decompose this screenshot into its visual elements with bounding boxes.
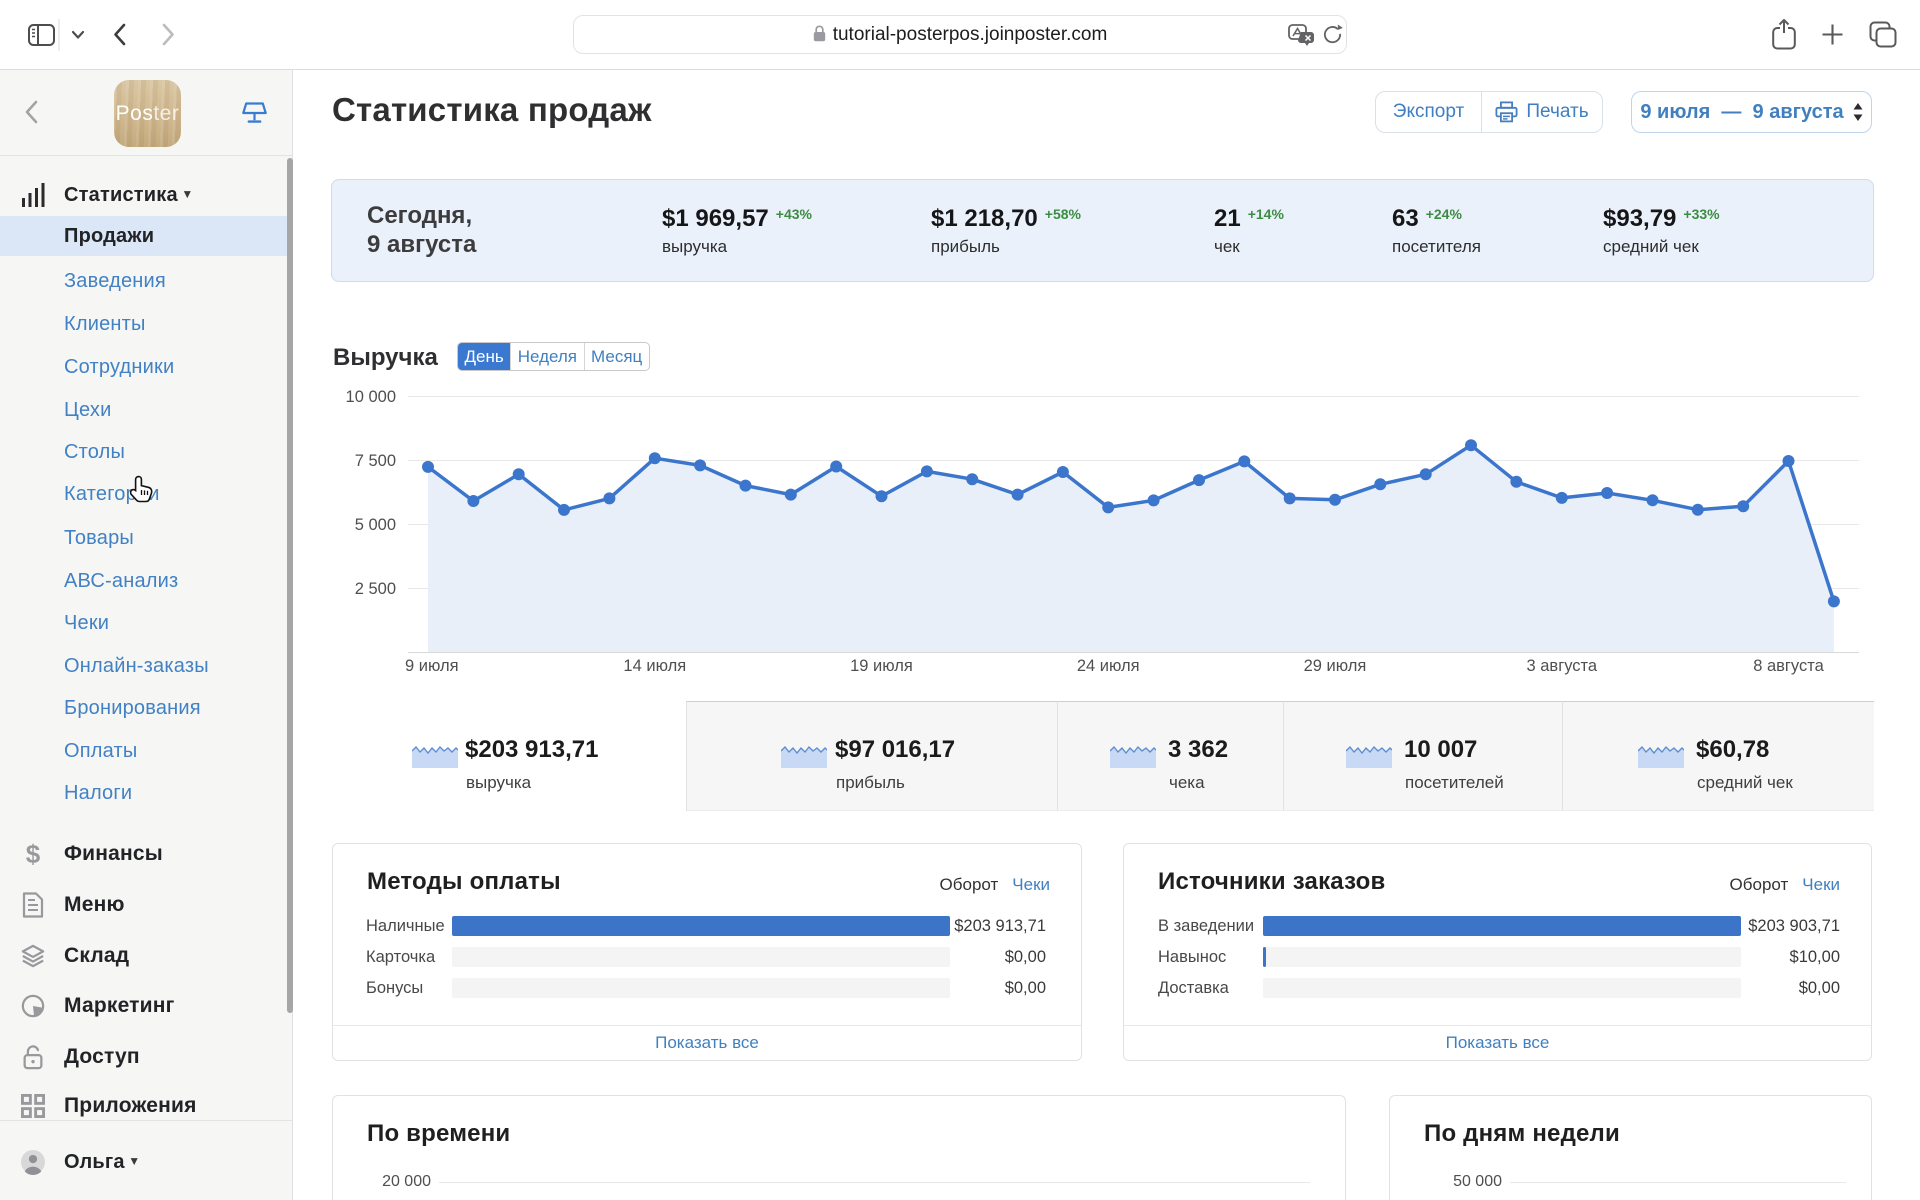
- svg-text:29 июля: 29 июля: [1304, 657, 1367, 675]
- svg-text:2 500: 2 500: [355, 580, 396, 598]
- svg-text:8 августа: 8 августа: [1753, 657, 1824, 675]
- svg-text:7 500: 7 500: [355, 452, 396, 470]
- svg-text:24 июля: 24 июля: [1077, 657, 1140, 675]
- svg-text:3 августа: 3 августа: [1527, 657, 1598, 675]
- svg-text:14 июля: 14 июля: [623, 657, 686, 675]
- svg-text:9 июля: 9 июля: [405, 657, 459, 675]
- svg-text:5 000: 5 000: [355, 516, 396, 534]
- svg-text:10 000: 10 000: [346, 388, 396, 406]
- svg-text:19 июля: 19 июля: [850, 657, 913, 675]
